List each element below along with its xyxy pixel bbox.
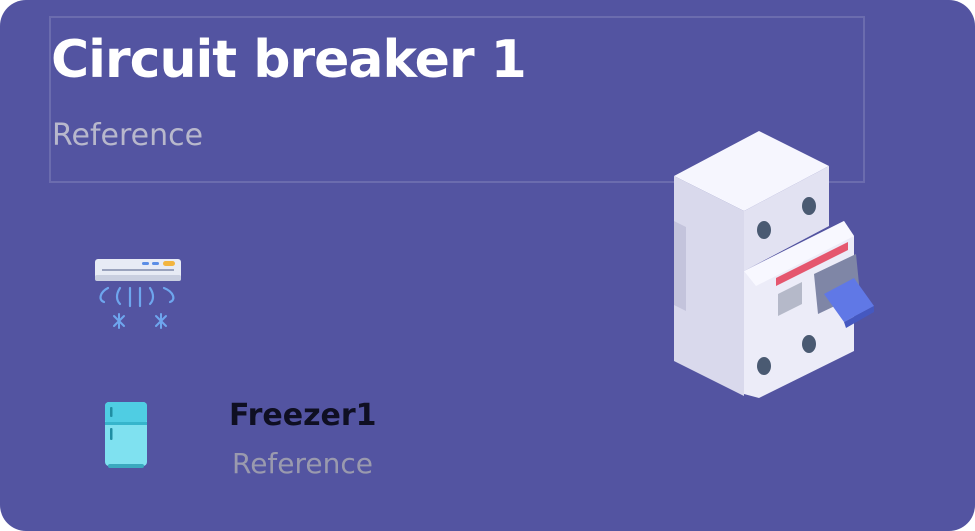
card-title: Circuit breaker 1 bbox=[51, 30, 527, 90]
circuit-breaker-icon bbox=[664, 126, 879, 402]
air-conditioner-icon[interactable] bbox=[90, 256, 186, 340]
device-subtitle-freezer1: Reference bbox=[232, 447, 373, 480]
card-subtitle: Reference bbox=[52, 118, 204, 153]
fridge-icon[interactable] bbox=[100, 400, 152, 470]
device-name-freezer1[interactable]: Freezer1 bbox=[229, 398, 377, 433]
circuit-breaker-card[interactable]: Circuit breaker 1 Reference Freezer1 Ref… bbox=[0, 0, 975, 531]
